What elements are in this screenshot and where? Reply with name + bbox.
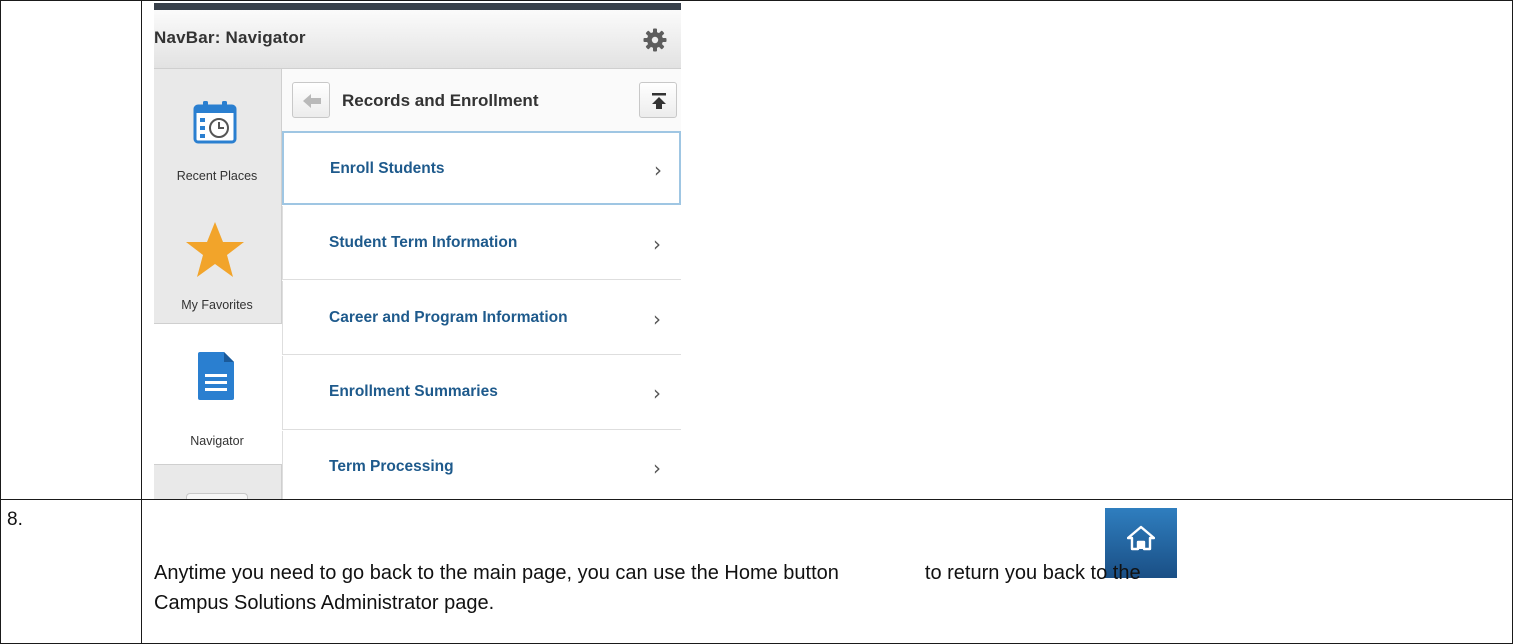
chevron-right-icon: › [654,158,662,182]
arrow-left-icon [303,94,321,108]
chevron-right-icon: › [653,456,661,480]
sidebar-item-recent-places[interactable]: Recent Places [154,69,282,196]
nav-item-enroll-students[interactable]: Enroll Students › [282,131,681,205]
sidebar-item-my-favorites[interactable]: My Favorites [154,196,282,323]
sidebar-item-navigator[interactable]: Navigator [154,323,282,465]
back-button[interactable] [292,82,330,118]
sidebar-more-button[interactable] [186,493,248,499]
instruction-line1-after: to return you back to the [924,562,1141,584]
arrow-top-icon [652,93,666,109]
back-to-top-button[interactable] [639,82,677,118]
instruction-line2: Campus Solutions Administrator page. [154,592,495,614]
gear-icon[interactable] [643,28,667,52]
navbar-title: NavBar: Navigator [154,28,306,47]
chevron-right-icon: › [653,232,661,256]
step-number: 8. [7,509,23,530]
chevron-right-icon: › [653,381,661,405]
navbar-header: NavBar: Navigator [154,10,681,69]
sidebar-label: Recent Places [176,169,258,183]
instruction-line1-before: Anytime you need to go back to the main … [154,562,839,584]
calendar-clock-icon [193,101,237,144]
instruction-text: Anytime you need to go back to the main … [154,558,1504,618]
sidebar-label: Navigator [190,434,244,448]
navbar-screenshot: NavBar: Navigator Recent Places My Favor… [154,3,681,499]
panel-header: Records and Enrollment [282,69,681,131]
nav-item-student-term-information[interactable]: Student Term Information › [282,206,681,280]
nav-item-career-and-program-information[interactable]: Career and Program Information › [282,281,681,355]
nav-item-label: Student Term Information [329,234,518,251]
chevron-right-icon: › [653,307,661,331]
nav-item-term-processing[interactable]: Term Processing › [282,431,681,499]
navigator-panel: Records and Enrollment Enroll Students ›… [282,69,681,499]
document-icon [198,352,234,400]
nav-item-label: Term Processing [329,458,454,475]
nav-item-label: Enrollment Summaries [329,383,498,400]
panel-title: Records and Enrollment [342,91,539,110]
step-number-cell: 8. [0,499,142,644]
top-strip [154,3,681,10]
sidebar-label: My Favorites [181,298,253,312]
star-icon [186,222,244,277]
nav-item-label: Enroll Students [330,160,445,177]
step-number-cell-empty [0,0,142,500]
nav-item-label: Career and Program Information [329,309,568,326]
nav-item-enrollment-summaries[interactable]: Enrollment Summaries › [282,356,681,430]
navbar-sidebar: Recent Places My Favorites Navigator [154,69,282,499]
home-icon [1127,525,1155,551]
